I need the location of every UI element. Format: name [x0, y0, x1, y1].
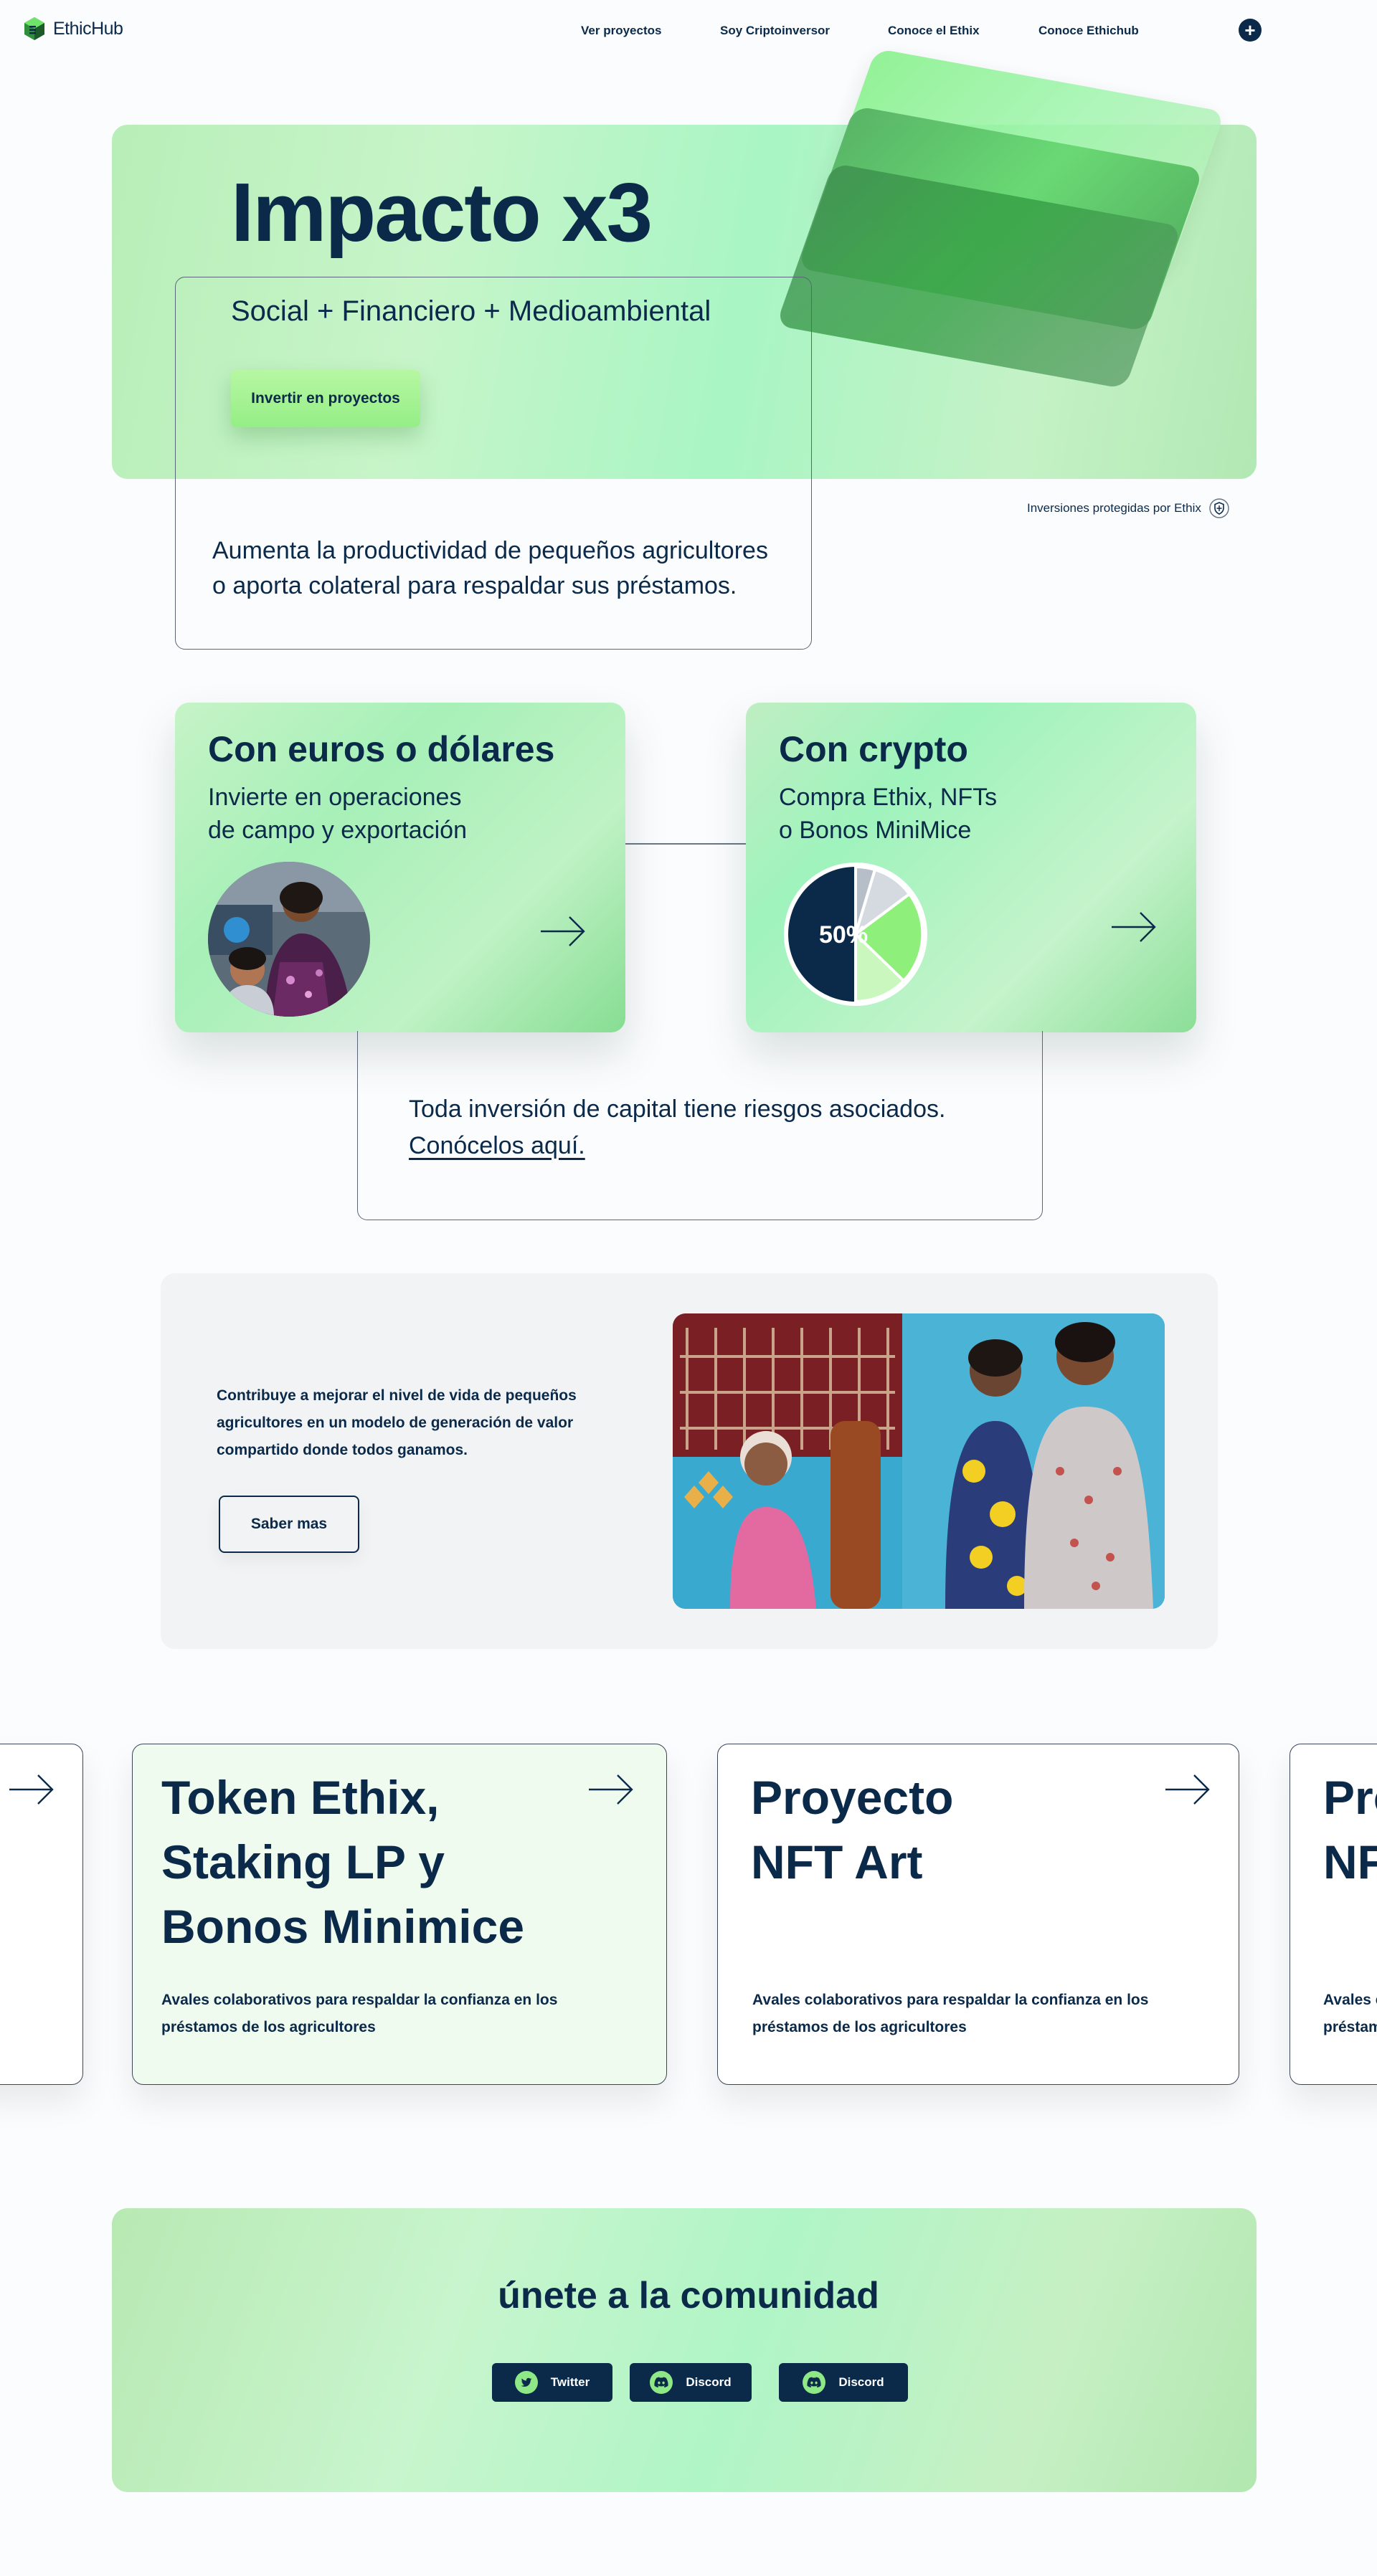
cards-connector — [624, 843, 747, 845]
twitter-button[interactable]: Twitter — [492, 2363, 612, 2402]
card-text-line: de campo y exportación — [208, 816, 467, 844]
card-crypto[interactable]: Con crypto Compra Ethix, NFTs o Bonos Mi… — [746, 703, 1196, 1032]
allocation-pie-chart: 50% — [784, 862, 927, 1006]
arrow-right-icon[interactable] — [6, 1772, 57, 1807]
learn-more-button[interactable]: Saber mas — [219, 1496, 359, 1553]
project-title: Token Ethix, Staking LP y Bonos Minimice — [161, 1771, 525, 1953]
arrow-right-icon[interactable] — [586, 1772, 636, 1807]
card-text-line: Compra Ethix, NFTs — [779, 784, 998, 811]
project-card-partial[interactable] — [0, 1744, 83, 2085]
twitter-icon — [514, 2371, 538, 2394]
card-text-line: o Bonos MiniMice — [779, 816, 972, 844]
hero-subtitle: Social + Financiero + Medioambiental — [231, 295, 711, 327]
project-description: Avales colaborativos para respaldar la c… — [752, 1992, 1149, 2035]
arrow-right-icon[interactable] — [1109, 909, 1159, 945]
nav-soy-criptoinversor[interactable]: Soy Criptoinversor — [720, 24, 830, 38]
community-title: únete a la comunidad — [498, 2275, 879, 2316]
card-title: Con crypto — [779, 729, 968, 769]
protected-notice: Inversiones protegidas por Ethix — [1027, 498, 1230, 519]
risk-link[interactable]: Conócelos aquí. — [409, 1132, 585, 1159]
protected-label: Inversiones protegidas por Ethix — [1027, 501, 1201, 515]
nav-conoce-ethichub[interactable]: Conoce Ethichub — [1038, 24, 1139, 38]
shield-icon — [1209, 498, 1229, 518]
discord-button[interactable]: Discord — [630, 2363, 752, 2402]
discord-button[interactable]: Discord — [779, 2363, 908, 2402]
logo-cube-icon — [24, 17, 44, 40]
nav-conoce-ethix[interactable]: Conoce el Ethix — [888, 24, 980, 38]
community-section — [112, 2208, 1257, 2492]
brand-name: EthicHub — [53, 18, 123, 39]
discord-label: Discord — [838, 2375, 884, 2389]
card-title: Con euros o dólares — [208, 729, 555, 769]
card-fiat[interactable]: Con euros o dólares Invierte en operacio… — [175, 703, 625, 1032]
brand-logo[interactable]: EthicHub — [22, 16, 123, 42]
project-description: Avales colaborativos para respaldar la c… — [1323, 1992, 1377, 2035]
contribute-text: Contribuye a mejorar el nivel de vida de… — [217, 1387, 577, 1458]
arrow-right-icon[interactable] — [538, 913, 588, 949]
farmers-group-photo — [673, 1313, 1165, 1609]
project-title: Proyecto NFT Art — [751, 1771, 954, 1888]
arrow-right-icon[interactable] — [1163, 1772, 1213, 1807]
project-description: Avales colaborativos para respaldar la c… — [161, 1992, 558, 2035]
twitter-label: Twitter — [550, 2375, 590, 2389]
card-text: Compra Ethix, NFTs o Bonos MiniMice — [779, 781, 997, 847]
discord-label: Discord — [686, 2375, 732, 2389]
card-text: Invierte en operaciones de campo y expor… — [208, 781, 467, 847]
risk-notice: Toda inversión de capital tiene riesgos … — [409, 1091, 945, 1164]
invest-projects-button[interactable]: Invertir en proyectos — [231, 370, 420, 427]
hero-description: Aumenta la productividad de pequeños agr… — [212, 533, 786, 604]
nav-ver-proyectos[interactable]: Ver proyectos — [581, 24, 661, 38]
pie-label: 50% — [819, 921, 868, 949]
farmers-photo — [208, 862, 370, 1017]
project-card-ethix[interactable]: Token Ethix, Staking LP y Bonos Minimice… — [132, 1744, 667, 2085]
discord-icon — [650, 2371, 673, 2394]
project-title: Proyecto NFT Art — [1323, 1771, 1377, 1888]
project-card-nft-art[interactable]: Proyecto NFT Art Avales colaborativos pa… — [717, 1744, 1239, 2085]
hero-description-line: Aumenta la productividad de pequeños agr… — [212, 537, 768, 564]
plus-icon[interactable]: + — [1239, 19, 1262, 42]
risk-text: Toda inversión de capital tiene riesgos … — [409, 1095, 946, 1123]
discord-icon — [803, 2371, 826, 2394]
card-text-line: Invierte en operaciones — [208, 784, 462, 811]
project-card-partial[interactable]: Proyecto NFT Art Avales colaborativos pa… — [1290, 1744, 1377, 2085]
hero-description-line: o aporta colateral para respaldar sus pr… — [212, 572, 737, 600]
hero-title: Impacto x3 — [231, 166, 653, 259]
